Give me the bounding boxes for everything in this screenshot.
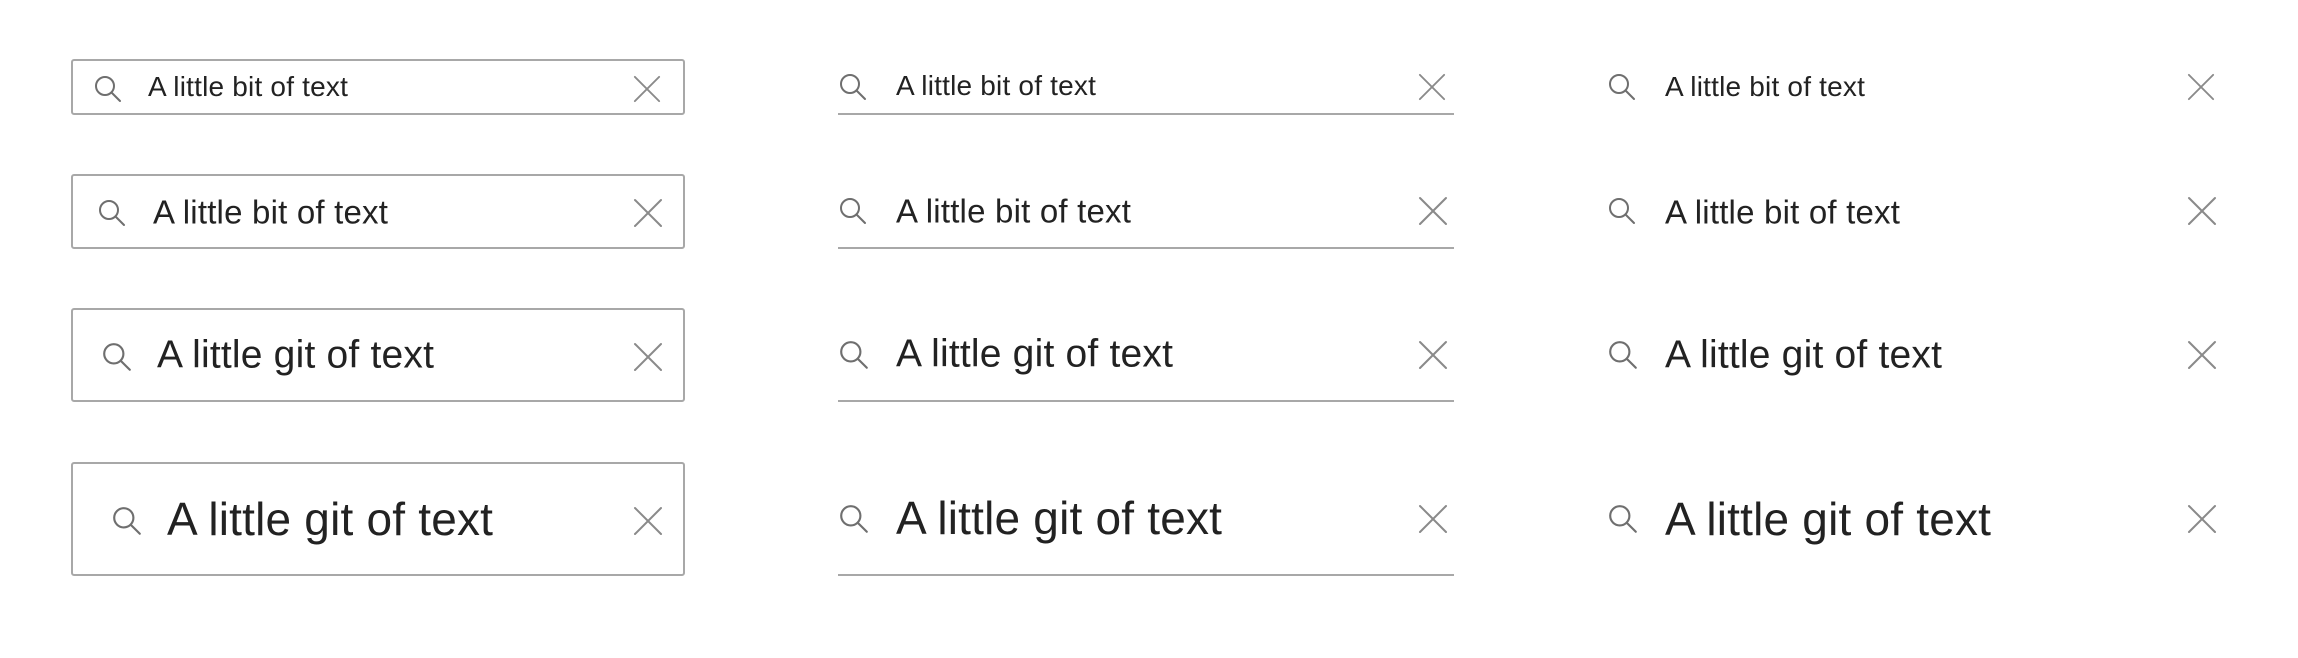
search-icon — [838, 72, 868, 102]
search-input-value[interactable]: A little bit of text — [148, 73, 348, 101]
search-input-value[interactable]: A little git of text — [1665, 336, 1942, 375]
search-icon — [1607, 196, 1637, 226]
search-field-borderless-large[interactable]: A little git of text — [1605, 308, 2223, 402]
close-icon[interactable] — [2187, 504, 2217, 534]
search-icon — [111, 505, 143, 537]
search-icon — [101, 341, 133, 373]
close-icon[interactable] — [633, 506, 663, 536]
search-icon — [1607, 339, 1639, 371]
search-field-borderless-medium[interactable]: A little bit of text — [1605, 174, 2223, 249]
close-icon[interactable] — [633, 75, 661, 103]
search-icon — [838, 503, 870, 535]
close-icon[interactable] — [1418, 196, 1448, 226]
search-field-boxed-medium[interactable]: A little bit of text — [71, 174, 685, 249]
search-icon — [1607, 72, 1637, 102]
close-icon[interactable] — [633, 198, 663, 228]
search-input-value[interactable]: A little bit of text — [153, 195, 388, 228]
close-icon[interactable] — [2187, 196, 2217, 226]
search-field-boxed-small[interactable]: A little bit of text — [71, 59, 685, 115]
search-field-boxed-large[interactable]: A little git of text — [71, 308, 685, 402]
search-input-value[interactable]: A little bit of text — [1665, 195, 1900, 228]
search-icon — [93, 74, 123, 104]
search-input-value[interactable]: A little bit of text — [896, 72, 1096, 100]
close-icon[interactable] — [2187, 340, 2217, 370]
search-field-underlined-x-large[interactable]: A little git of text — [838, 462, 1454, 576]
search-icon — [838, 196, 868, 226]
close-icon[interactable] — [1418, 340, 1448, 370]
search-field-borderless-small[interactable]: A little bit of text — [1605, 59, 2223, 115]
close-icon[interactable] — [2187, 73, 2215, 101]
search-field-underlined-large[interactable]: A little git of text — [838, 308, 1454, 402]
search-icon — [97, 198, 127, 228]
search-input-value[interactable]: A little git of text — [1665, 496, 1991, 542]
search-input-value[interactable]: A little git of text — [167, 496, 493, 542]
search-icon — [1607, 503, 1639, 535]
close-icon[interactable] — [1418, 73, 1446, 101]
search-input-value[interactable]: A little git of text — [896, 335, 1173, 374]
search-field-underlined-medium[interactable]: A little bit of text — [838, 174, 1454, 249]
search-icon — [838, 339, 870, 371]
search-input-value[interactable]: A little bit of text — [896, 194, 1131, 227]
search-input-value[interactable]: A little git of text — [896, 495, 1222, 541]
search-input-value[interactable]: A little git of text — [157, 336, 434, 375]
search-field-underlined-small[interactable]: A little bit of text — [838, 59, 1454, 115]
close-icon[interactable] — [1418, 504, 1448, 534]
search-input-value[interactable]: A little bit of text — [1665, 73, 1865, 101]
search-field-borderless-x-large[interactable]: A little git of text — [1605, 462, 2223, 576]
close-icon[interactable] — [633, 342, 663, 372]
search-field-boxed-x-large[interactable]: A little git of text — [71, 462, 685, 576]
